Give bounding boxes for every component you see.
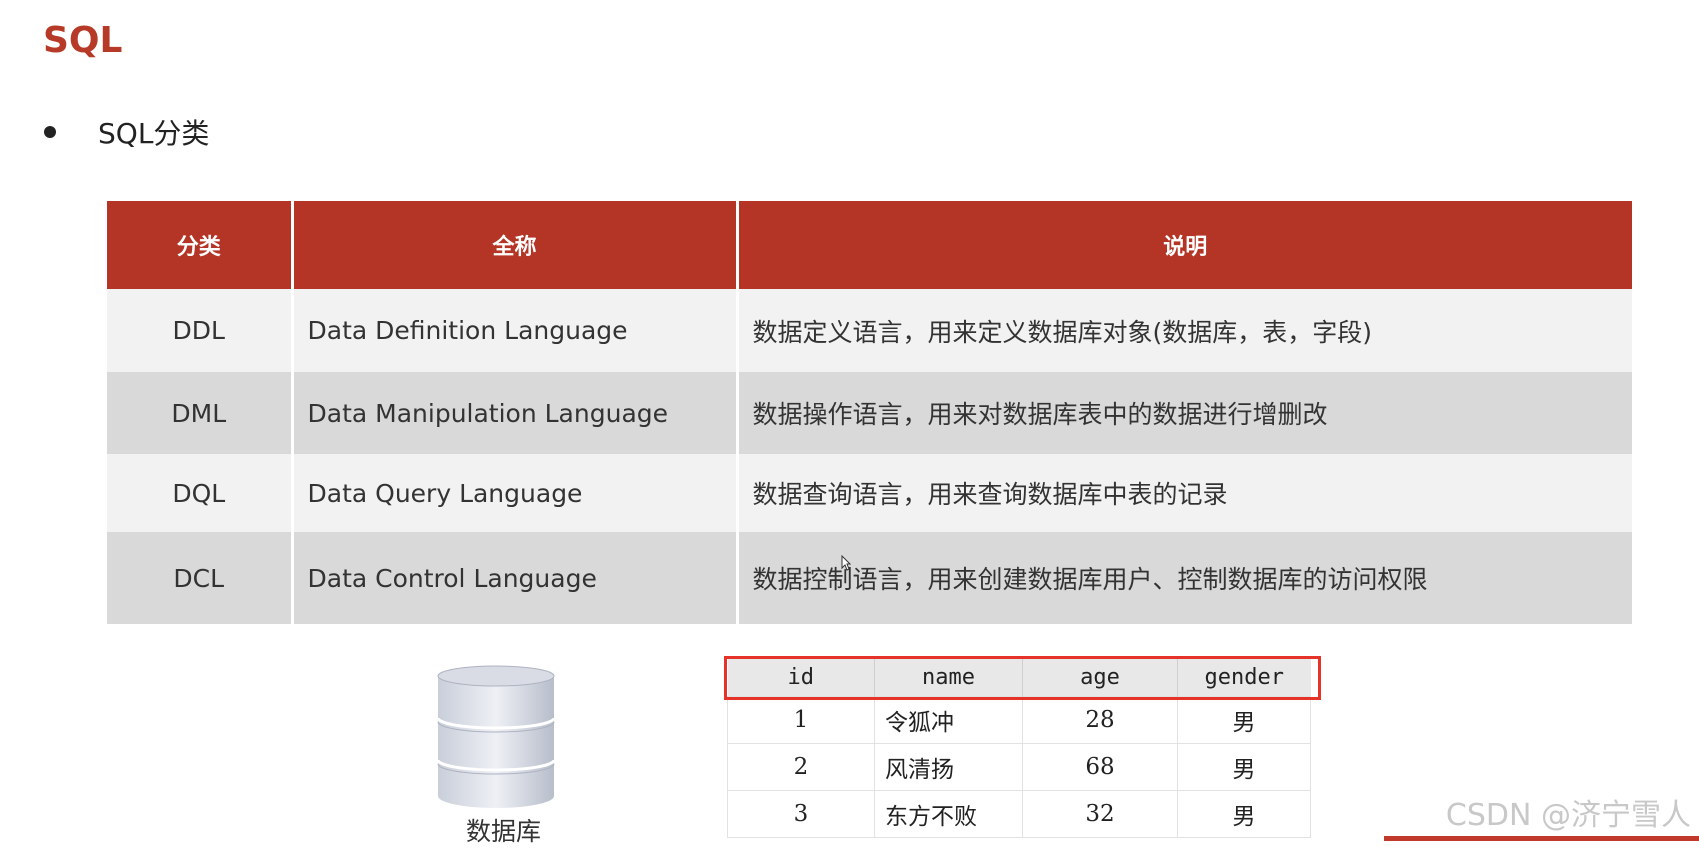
header-description: 说明: [737, 201, 1632, 289]
cell-age: 28: [1022, 696, 1178, 744]
mouse-cursor-icon: [841, 554, 852, 571]
header-gender: gender: [1177, 658, 1311, 697]
row-full-name: Data Control Language: [292, 532, 739, 624]
cell-gender: 男: [1177, 743, 1311, 791]
row-description: 数据查询语言，用来查询数据库中表的记录: [737, 454, 1632, 532]
cell-id: 2: [727, 743, 875, 791]
cell-name: 令狐冲: [874, 696, 1023, 744]
database-label: 数据库: [466, 817, 542, 846]
sql-classification-table: 分类 全称 说明 DDL Data Definition Language 数据…: [107, 201, 1632, 624]
data-row: 2 风清扬 68 男: [727, 743, 1311, 791]
watermark: CSDN @济宁雪人: [1445, 798, 1691, 833]
row-abbr: DQL: [107, 454, 294, 532]
header-age: age: [1022, 658, 1178, 697]
cell-id: 1: [727, 696, 875, 744]
sample-data-table: id name age gender 1 令狐冲 28 男 2 风清扬 68 男…: [727, 658, 1311, 838]
cell-id: 3: [727, 790, 875, 838]
cell-age: 32: [1022, 790, 1178, 838]
cell-gender: 男: [1177, 696, 1311, 744]
header-id: id: [727, 658, 875, 697]
header-category: 分类: [107, 201, 294, 289]
row-full-name: Data Definition Language: [292, 289, 739, 372]
table-row: DCL Data Control Language 数据控制语言，用来创建数据库…: [107, 532, 1632, 624]
row-description: 数据定义语言，用来定义数据库对象(数据库，表，字段): [737, 289, 1632, 372]
table-row: DML Data Manipulation Language 数据操作语言，用来…: [107, 372, 1632, 454]
bullet-dot-icon: [44, 126, 56, 138]
row-abbr: DML: [107, 372, 294, 454]
bullet-text: SQL分类: [98, 117, 210, 150]
header-name: name: [874, 658, 1023, 697]
bullet-item: SQL分类: [44, 112, 209, 152]
data-header-row: id name age gender: [727, 658, 1311, 697]
cell-age: 68: [1022, 743, 1178, 791]
progress-accent-bar: [1384, 836, 1699, 841]
cell-name: 东方不败: [874, 790, 1023, 838]
data-row: 3 东方不败 32 男: [727, 790, 1311, 838]
table-header-row: 分类 全称 说明: [107, 201, 1632, 289]
header-full-name: 全称: [292, 201, 739, 289]
cell-gender: 男: [1177, 790, 1311, 838]
data-row: 1 令狐冲 28 男: [727, 696, 1311, 744]
row-description: 数据控制语言，用来创建数据库用户、控制数据库的访问权限: [737, 532, 1632, 624]
row-full-name: Data Manipulation Language: [292, 372, 739, 454]
row-abbr: DDL: [107, 289, 294, 372]
database-icon: [436, 664, 556, 814]
row-description: 数据操作语言，用来对数据库表中的数据进行增删改: [737, 372, 1632, 454]
table-row: DDL Data Definition Language 数据定义语言，用来定义…: [107, 289, 1632, 372]
row-full-name: Data Query Language: [292, 454, 739, 532]
cell-name: 风清扬: [874, 743, 1023, 791]
table-row: DQL Data Query Language 数据查询语言，用来查询数据库中表…: [107, 454, 1632, 532]
page-title: SQL: [43, 20, 123, 61]
row-abbr: DCL: [107, 532, 294, 624]
